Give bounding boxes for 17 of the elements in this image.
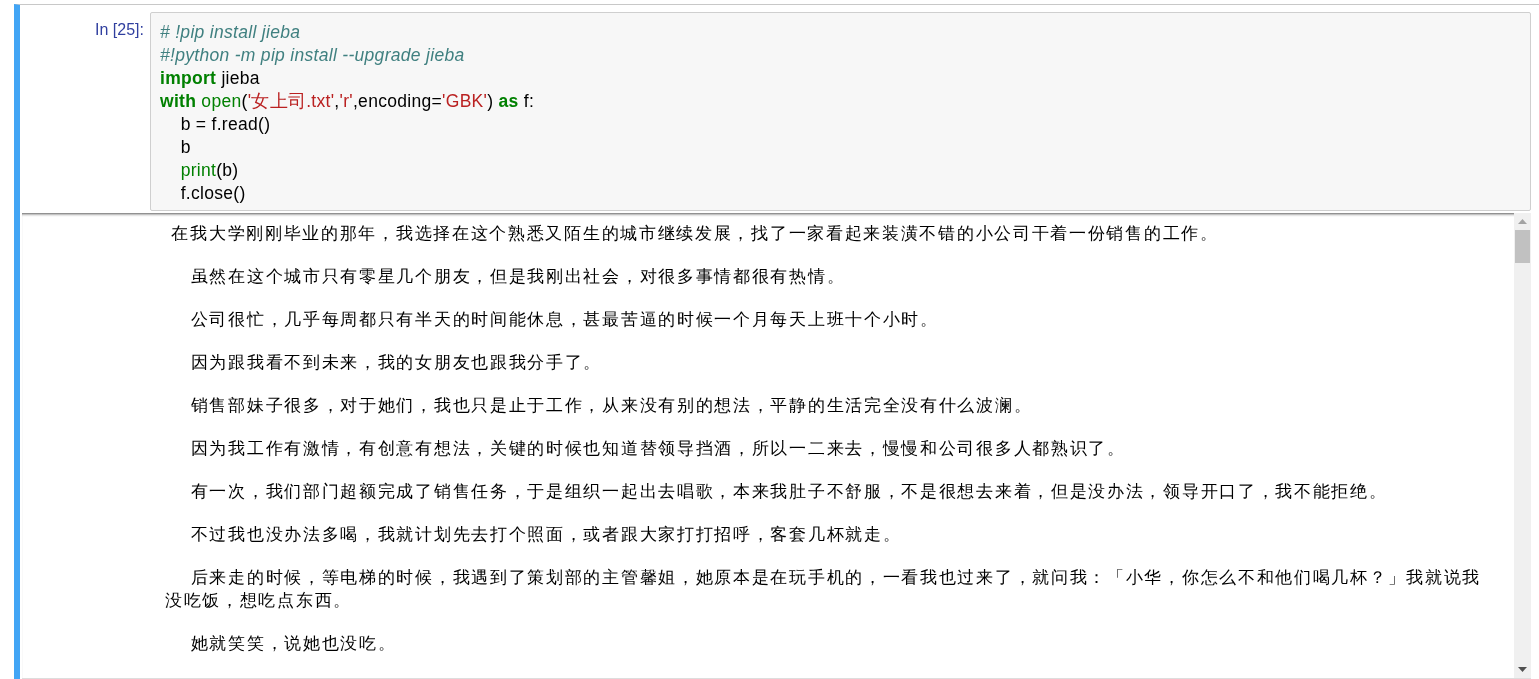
scroll-down-icon[interactable] — [1518, 667, 1527, 672]
output-text: 因为我工作有激情，有创意有想法，关键的时候也知道替领导挡酒，所以一二来去，慢慢和公司很多人都熟识了。 — [189, 438, 1127, 460]
scroll-thumb[interactable] — [1515, 230, 1530, 263]
output-text: 后来走的时候，等电梯的时候，我遇到了策划部的主管馨姐，她原本是在玩手机的，一看我也过来了，就问我：「小华，你怎么不和他们喝几杯？」我就说我没吃饭，想吃点东西。 — [165, 567, 1482, 612]
output-text: 公司很忙，几乎每周都只有半天的时间能休息，甚最苦逼的时候一个月每天上班十个小时。 — [189, 309, 940, 331]
code-editor[interactable]: # !pip install jieba #!python -m pip install --upgrade jieba import jieba with open('女上司.txt','r',encoding='GBK') as f: b = f.read() b print(b) f.close() — [150, 12, 1531, 211]
output-text: 销售部妹子很多，对于她们，我也只是止于工作，从来没有别的想法，平静的生活完全没有什么波澜。 — [189, 395, 1034, 417]
output-text: 在我大学刚刚毕业的那年，我选择在这个熟悉又陌生的城市继续发展，找了一家看起来装潢不错的小公司干着一份销售的工作。 — [170, 223, 1220, 245]
scrollbar[interactable] — [1514, 213, 1531, 678]
notebook-cell[interactable] — [14, 4, 1539, 679]
output-text: 不过我也没办法多喝，我就计划先去打个照面，或者跟大家打打招呼，客套几杯就走。 — [189, 524, 903, 546]
output-text: 因为跟我看不到未来，我的女朋友也跟我分手了。 — [189, 352, 604, 374]
scroll-up-icon[interactable] — [1518, 219, 1527, 224]
output-text: 她就笑笑，说她也没吃。 — [189, 633, 398, 655]
input-prompt: In [25]: — [94, 20, 145, 40]
output-text: 虽然在这个城市只有零星几个朋友，但是我刚出社会，对很多事情都很有热情。 — [189, 266, 847, 288]
output-text: 有一次，我们部门超额完成了销售任务，于是组织一起出去唱歌，本来我肚子不舒服，不是很想去来着，但是没办法，领导开口了，我不能拒绝。 — [189, 481, 1389, 503]
